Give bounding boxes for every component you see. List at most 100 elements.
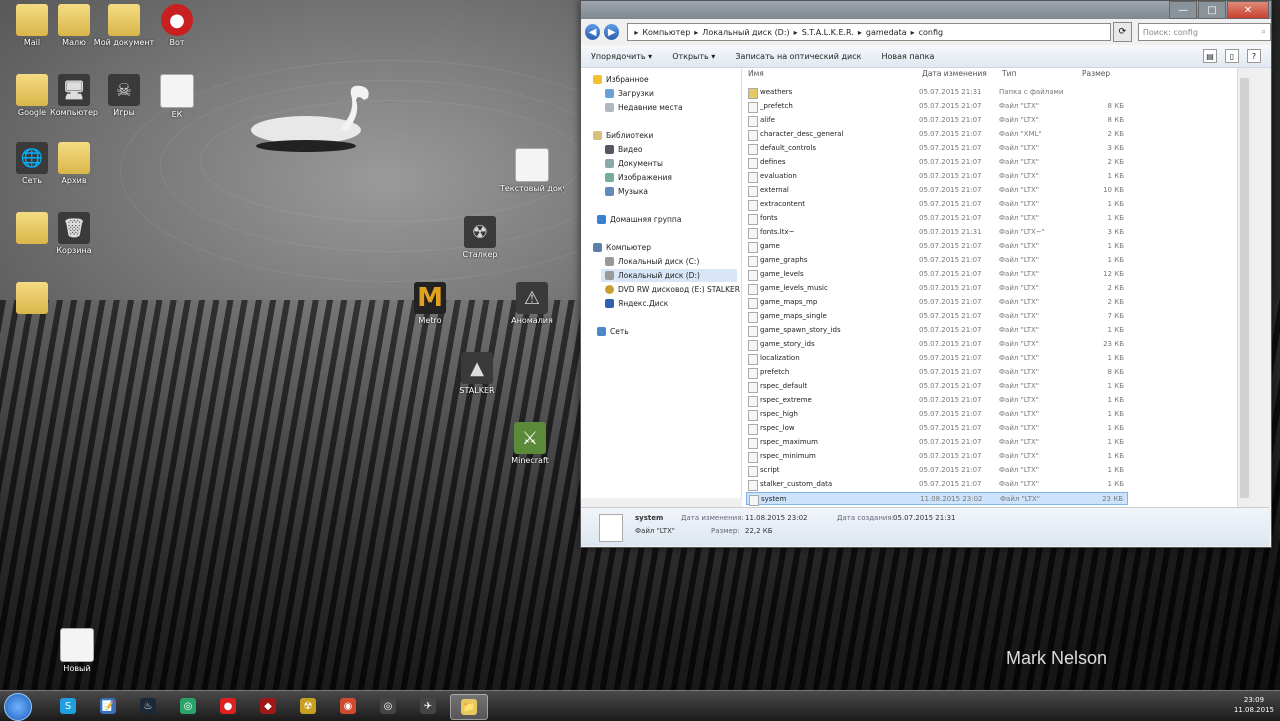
taskbar-notepad[interactable]: 📝: [90, 694, 126, 718]
breadcrumb-disk[interactable]: Локальный диск (D:): [702, 28, 789, 37]
address-bar[interactable]: ▸ Компьютер ▸ Локальный диск (D:) ▸ S.T.A.…: [627, 23, 1111, 41]
breadcrumb-stalker[interactable]: S.T.A.L.K.E.R.: [802, 28, 854, 37]
minimize-button[interactable]: —: [1169, 1, 1197, 19]
file-row[interactable]: evaluation 05.07.2015 21:07 Файл "LTX" 1 КБ: [746, 170, 1128, 183]
nav-yandex[interactable]: Яндекс.Диск: [605, 297, 668, 310]
maximize-button[interactable]: □: [1198, 1, 1226, 19]
title-bar[interactable]: — □ ✕: [581, 1, 1271, 19]
file-row[interactable]: prefetch 05.07.2015 21:07 Файл "LTX" 8 КБ: [746, 366, 1128, 379]
file-row[interactable]: system 11.08.2015 23:02 Файл "LTX" 23 КБ: [746, 492, 1128, 506]
taskbar-app1[interactable]: ◎: [370, 694, 406, 718]
breadcrumb-config[interactable]: config: [919, 28, 943, 37]
nav-dvd[interactable]: DVD RW дисковод (E:) STALKER: [605, 283, 740, 296]
refresh-icon[interactable]: ⟳: [1112, 22, 1132, 42]
file-row[interactable]: external 05.07.2015 21:07 Файл "LTX" 10 КБ: [746, 184, 1128, 197]
file-row[interactable]: _prefetch 05.07.2015 21:07 Файл "LTX" 8 КБ: [746, 100, 1128, 113]
file-row[interactable]: defines 05.07.2015 21:07 Файл "LTX" 2 КБ: [746, 156, 1128, 169]
taskbar-dota[interactable]: ◆: [250, 694, 286, 718]
file-row[interactable]: fonts.ltx~ 05.07.2015 21:31 Файл "LTX~" 3 К…: [746, 226, 1128, 239]
file-row[interactable]: game_levels 05.07.2015 21:07 Файл "LTX" 12 …: [746, 268, 1128, 281]
start-button[interactable]: [4, 693, 32, 721]
column-date[interactable]: Дата изменения: [922, 69, 987, 78]
breadcrumb-computer[interactable]: Компьютер: [642, 28, 690, 37]
nav-favorites[interactable]: Избранное: [593, 73, 649, 86]
file-row[interactable]: character_desc_general 05.07.2015 21:07 Фа…: [746, 128, 1128, 141]
nav-computer[interactable]: Компьютер: [593, 241, 651, 254]
nav-music[interactable]: Музыка: [605, 185, 648, 198]
column-type[interactable]: Тип: [1002, 69, 1016, 78]
file-row[interactable]: stalker_custom_data 05.07.2015 21:07 Файл …: [746, 478, 1128, 491]
desktop-icon[interactable]: ⚠ Аномалия: [500, 282, 564, 325]
desktop-icon[interactable]: ⚔ Minecraft: [498, 422, 562, 465]
desktop-icon[interactable]: Текстовый документ: [500, 148, 564, 193]
search-input[interactable]: Поиск: config ⌕: [1137, 23, 1271, 41]
file-row[interactable]: rspec_low 05.07.2015 21:07 Файл "LTX" 1 КБ: [746, 422, 1128, 435]
file-row[interactable]: weathers 05.07.2015 21:31 Папка с файлами: [746, 86, 1128, 99]
new-folder-button[interactable]: Новая папка: [871, 52, 944, 61]
nav-disk-c[interactable]: Локальный диск (C:): [605, 255, 699, 268]
file-row[interactable]: rspec_default 05.07.2015 21:07 Файл "LTX" 1…: [746, 380, 1128, 393]
nav-disk-d[interactable]: Локальный диск (D:): [601, 269, 737, 282]
nav-images[interactable]: Изображения: [605, 171, 672, 184]
nav-network[interactable]: Сеть: [597, 325, 629, 338]
desktop-icon[interactable]: Архив: [42, 142, 106, 185]
taskbar-explorer[interactable]: 📁: [450, 694, 488, 720]
nav-libraries[interactable]: Библиотеки: [593, 129, 653, 142]
desktop-icon[interactable]: ЕК: [145, 74, 209, 119]
file-row[interactable]: rspec_high 05.07.2015 21:07 Файл "LTX" 1 КБ: [746, 408, 1128, 421]
taskbar-stalker[interactable]: ☢: [290, 694, 326, 718]
preview-pane-icon[interactable]: ▯: [1225, 49, 1239, 63]
nav-video[interactable]: Видео: [605, 143, 642, 156]
forward-button[interactable]: ▶: [604, 24, 620, 40]
desktop-icon[interactable]: ▲ STALKER: [445, 352, 509, 395]
taskbar-chrome[interactable]: ◉: [330, 694, 366, 718]
details-modified-label: Дата изменения:: [681, 514, 744, 522]
desktop-icon[interactable]: [0, 282, 64, 316]
file-row[interactable]: game_spawn_story_ids 05.07.2015 21:07 Файл…: [746, 324, 1128, 337]
nav-homegroup[interactable]: Домашняя группа: [597, 213, 681, 226]
file-row[interactable]: script 05.07.2015 21:07 Файл "LTX" 1 КБ: [746, 464, 1128, 477]
column-name[interactable]: Имя: [748, 69, 764, 78]
file-row[interactable]: alife 05.07.2015 21:07 Файл "LTX" 8 КБ: [746, 114, 1128, 127]
burn-button[interactable]: Записать на оптический диск: [725, 52, 871, 61]
explorer-window[interactable]: — □ ✕ ◀ ▶ ▸ Компьютер ▸ Локальный диск (D…: [580, 0, 1272, 548]
file-row[interactable]: rspec_minimum 05.07.2015 21:07 Файл "LTX" 1…: [746, 450, 1128, 463]
taskbar-steam[interactable]: ♨: [130, 694, 166, 718]
file-row[interactable]: extracontent 05.07.2015 21:07 Файл "LTX" 1 …: [746, 198, 1128, 211]
nav-recent[interactable]: Недавние места: [605, 101, 683, 114]
desktop-icon[interactable]: ● Вот: [145, 4, 209, 47]
scrollbar[interactable]: [1237, 68, 1252, 508]
file-row[interactable]: game 05.07.2015 21:07 Файл "LTX" 1 КБ: [746, 240, 1128, 253]
view-options-icon[interactable]: ▤: [1203, 49, 1217, 63]
desktop-icon[interactable]: 🗑 Корзина: [42, 212, 106, 255]
desktop-icon[interactable]: ☢ Сталкер: [448, 216, 512, 259]
file-row[interactable]: localization 05.07.2015 21:07 Файл "LTX" 1 …: [746, 352, 1128, 365]
taskbar-games[interactable]: ◎: [170, 694, 206, 718]
taskbar-skype[interactable]: S: [50, 694, 86, 718]
file-row[interactable]: fonts 05.07.2015 21:07 Файл "LTX" 1 КБ: [746, 212, 1128, 225]
breadcrumb-gamedata[interactable]: gamedata: [866, 28, 907, 37]
file-row[interactable]: game_levels_music 05.07.2015 21:07 Файл "L…: [746, 282, 1128, 295]
column-size[interactable]: Размер: [1082, 69, 1110, 78]
taskbar-app2[interactable]: ✈: [410, 694, 446, 718]
file-row[interactable]: game_story_ids 05.07.2015 21:07 Файл "LTX"…: [746, 338, 1128, 351]
help-icon[interactable]: ?: [1247, 49, 1261, 63]
file-row[interactable]: default_controls 05.07.2015 21:07 Файл "LT…: [746, 142, 1128, 155]
back-button[interactable]: ◀: [585, 24, 601, 40]
organize-button[interactable]: Упорядочить ▾: [581, 52, 662, 61]
file-row[interactable]: game_maps_mp 05.07.2015 21:07 Файл "LTX" 2 …: [746, 296, 1128, 309]
clock[interactable]: 23:09 11.08.2015: [1234, 695, 1274, 715]
file-row[interactable]: rspec_maximum 05.07.2015 21:07 Файл "LTX" 1…: [746, 436, 1128, 449]
file-row[interactable]: game_graphs 05.07.2015 21:07 Файл "LTX" 1 К…: [746, 254, 1128, 267]
file-row[interactable]: rspec_extreme 05.07.2015 21:07 Файл "LTX" 1…: [746, 394, 1128, 407]
scroll-thumb[interactable]: [1240, 78, 1249, 498]
desktop-icon[interactable]: M Metro: [398, 282, 462, 325]
taskbar-record[interactable]: ●: [210, 694, 246, 718]
nav-documents[interactable]: Документы: [605, 157, 663, 170]
open-button[interactable]: Открыть ▾: [662, 52, 725, 61]
file-date: 05.07.2015 21:07: [919, 424, 982, 432]
file-row[interactable]: game_maps_single 05.07.2015 21:07 Файл "LT…: [746, 310, 1128, 323]
close-button[interactable]: ✕: [1227, 1, 1269, 19]
desktop-icon[interactable]: Новый: [45, 628, 109, 673]
nav-downloads[interactable]: Загрузки: [605, 87, 654, 100]
